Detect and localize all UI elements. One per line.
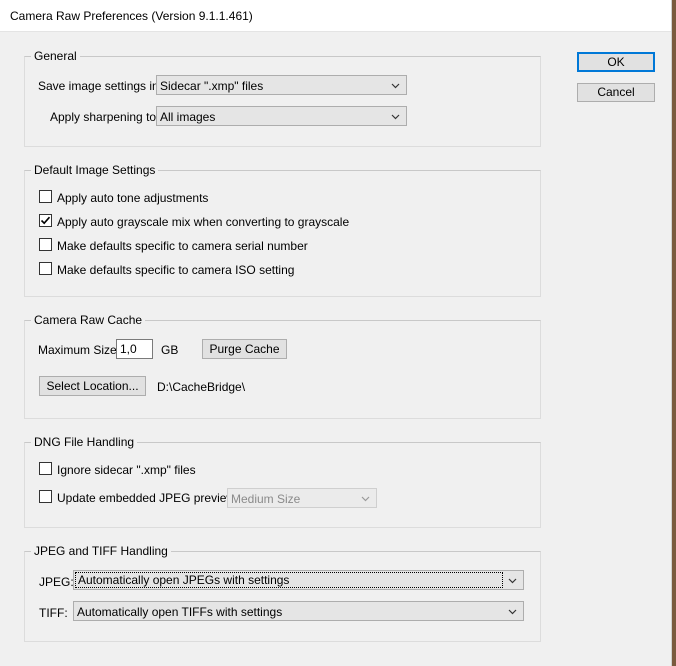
- cancel-button-label: Cancel: [597, 85, 635, 99]
- purge-cache-label: Purge Cache: [209, 342, 280, 356]
- preferences-dialog: Camera Raw Preferences (Version 9.1.1.46…: [0, 0, 672, 666]
- chevron-down-icon: [508, 609, 517, 615]
- sharpening-value: All images: [160, 110, 216, 124]
- auto-tone-label: Apply auto tone adjustments: [57, 191, 209, 205]
- cache-group: Camera Raw Cache: [24, 313, 541, 419]
- chevron-down-icon: [391, 114, 400, 120]
- size-unit-label: GB: [161, 343, 179, 357]
- max-size-label: Maximum Size:: [38, 343, 121, 357]
- serial-number-label: Make defaults specific to camera serial …: [57, 239, 308, 253]
- jpeg-tiff-group: JPEG and TIFF Handling: [24, 544, 541, 642]
- dng-legend: DNG File Handling: [31, 435, 138, 449]
- ok-button-label: OK: [607, 55, 625, 69]
- update-previews-checkbox[interactable]: [39, 490, 52, 503]
- auto-tone-checkbox[interactable]: [39, 190, 52, 203]
- jpeg-handling-value: Automatically open JPEGs with settings: [75, 572, 503, 588]
- ok-button[interactable]: OK: [577, 52, 655, 72]
- save-settings-value: Sidecar ".xmp" files: [160, 79, 264, 93]
- jpeg-handling-dropdown[interactable]: Automatically open JPEGs with settings: [73, 570, 524, 590]
- checkmark-icon: [40, 216, 51, 225]
- purge-cache-button[interactable]: Purge Cache: [202, 339, 287, 359]
- default-image-legend: Default Image Settings: [31, 163, 159, 177]
- general-legend: General: [31, 49, 80, 63]
- auto-grayscale-label: Apply auto grayscale mix when converting…: [57, 215, 350, 229]
- cache-location-path: D:\CacheBridge\: [157, 380, 246, 394]
- tiff-handling-value: Automatically open TIFFs with settings: [77, 605, 283, 619]
- preview-size-dropdown[interactable]: Medium Size: [227, 488, 377, 508]
- window-title: Camera Raw Preferences (Version 9.1.1.46…: [10, 9, 253, 23]
- title-bar: Camera Raw Preferences (Version 9.1.1.46…: [0, 0, 671, 32]
- serial-number-checkbox[interactable]: [39, 238, 52, 251]
- jpeg-tiff-legend: JPEG and TIFF Handling: [31, 544, 171, 558]
- general-group: General: [24, 49, 541, 147]
- iso-setting-label: Make defaults specific to camera ISO set…: [57, 263, 295, 277]
- save-settings-label: Save image settings in:: [38, 79, 163, 93]
- cancel-button[interactable]: Cancel: [577, 83, 655, 102]
- dng-group: DNG File Handling: [24, 435, 541, 528]
- iso-setting-checkbox[interactable]: [39, 262, 52, 275]
- select-location-label: Select Location...: [46, 379, 139, 393]
- max-size-input[interactable]: 1,0: [116, 339, 153, 359]
- sharpening-dropdown[interactable]: All images: [156, 106, 407, 126]
- tiff-handling-dropdown[interactable]: Automatically open TIFFs with settings: [73, 601, 524, 621]
- update-previews-label: Update embedded JPEG previews:: [57, 491, 245, 505]
- jpeg-label: JPEG:: [39, 575, 74, 589]
- max-size-value: 1,0: [120, 342, 137, 356]
- tiff-label: TIFF:: [39, 606, 68, 620]
- chevron-down-icon: [508, 578, 517, 584]
- chevron-down-icon: [361, 496, 370, 502]
- save-settings-dropdown[interactable]: Sidecar ".xmp" files: [156, 75, 407, 95]
- select-location-button[interactable]: Select Location...: [39, 376, 146, 396]
- chevron-down-icon: [391, 83, 400, 89]
- cache-legend: Camera Raw Cache: [31, 313, 146, 327]
- ignore-sidecar-label: Ignore sidecar ".xmp" files: [57, 463, 196, 477]
- preview-size-value: Medium Size: [231, 492, 301, 506]
- auto-grayscale-checkbox[interactable]: [39, 214, 52, 227]
- sharpening-label: Apply sharpening to:: [50, 110, 160, 124]
- default-image-group: Default Image Settings: [24, 163, 541, 297]
- ignore-sidecar-checkbox[interactable]: [39, 462, 52, 475]
